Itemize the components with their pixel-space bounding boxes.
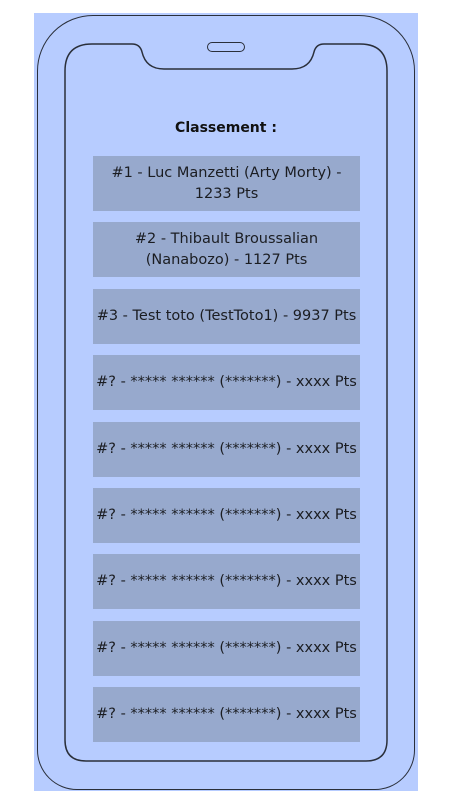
leaderboard-row: #3 - Test toto (TestToto1) - 9937 Pts xyxy=(93,288,360,344)
leaderboard-row: #? - ***** ****** (*******) - xxxx Pts xyxy=(93,421,360,477)
leaderboard-row-text: #? - ***** ****** (*******) - xxxx Pts xyxy=(96,440,357,457)
leaderboard-row: #? - ***** ****** (*******) - xxxx Pts xyxy=(93,487,360,543)
leaderboard-row-text: #3 - Test toto (TestToto1) - 9937 Pts xyxy=(96,307,357,324)
leaderboard-row: #? - ***** ****** (*******) - xxxx Pts xyxy=(93,355,360,411)
page-title: Classement : xyxy=(175,120,277,136)
leaderboard-row-text: #2 - Thibault Broussalian (Nanabozo) - 1… xyxy=(134,230,319,268)
speaker-slot xyxy=(207,42,245,52)
leaderboard-row: #? - ***** ****** (*******) - xxxx Pts xyxy=(93,554,360,610)
leaderboard-row-text: #? - ***** ****** (*******) - xxxx Pts xyxy=(96,506,357,523)
leaderboard-list: #1 - Luc Manzetti (Arty Morty) - 1233 Pt… xyxy=(93,156,360,754)
leaderboard-row-text: #? - ***** ****** (*******) - xxxx Pts xyxy=(96,706,357,723)
leaderboard-row: #? - ***** ****** (*******) - xxxx Pts xyxy=(93,687,360,743)
leaderboard-row: #? - ***** ****** (*******) - xxxx Pts xyxy=(93,620,360,676)
leaderboard-row-text: #1 - Luc Manzetti (Arty Morty) - 1233 Pt… xyxy=(111,164,342,202)
leaderboard-row-text: #? - ***** ****** (*******) - xxxx Pts xyxy=(96,573,357,590)
leaderboard-row: #2 - Thibault Broussalian (Nanabozo) - 1… xyxy=(93,222,360,278)
leaderboard-row-text: #? - ***** ****** (*******) - xxxx Pts xyxy=(96,639,357,656)
leaderboard-row-text: #? - ***** ****** (*******) - xxxx Pts xyxy=(96,374,357,391)
leaderboard-row: #1 - Luc Manzetti (Arty Morty) - 1233 Pt… xyxy=(93,156,360,211)
